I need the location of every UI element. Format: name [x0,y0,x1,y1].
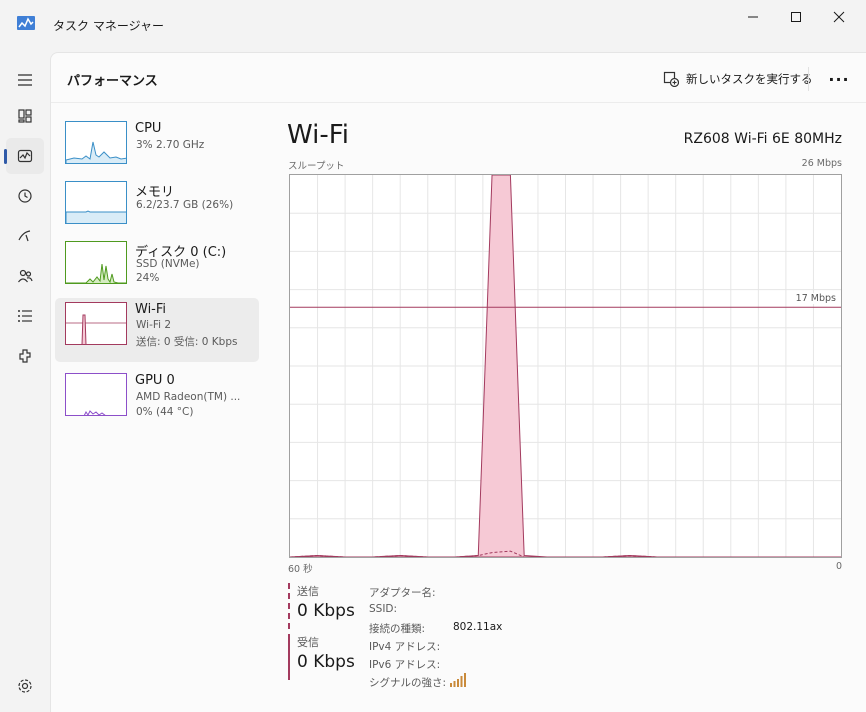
menu-toggle-button[interactable] [6,62,44,98]
device-gpu[interactable]: GPU 0 AMD Radeon(TM) ... 0% (44 °C) [55,369,259,433]
navigation-rail [0,52,50,712]
nav-startup-apps[interactable] [6,218,44,254]
y-axis-label: スループット [288,161,345,172]
users-icon [18,269,33,283]
detail-title: Wi-Fi [287,120,350,150]
nav-performance[interactable] [4,138,44,174]
y-axis-max-label: 26 Mbps [801,158,842,169]
maximize-icon [791,12,801,22]
send-stat: 送信 0 Kbps [288,583,378,629]
more-icon: ··· [828,69,850,89]
ipv6-label: IPv6 アドレス: [369,659,441,671]
device-wifi[interactable]: Wi-Fi Wi-Fi 2 送信: 0 受信: 0 Kbps [55,298,259,362]
nav-users[interactable] [6,258,44,294]
adapter-name: RZ608 Wi-Fi 6E 80MHz [683,131,842,147]
send-value: 0 Kbps [297,601,355,621]
adapter-name-label: アダプター名: [369,587,436,599]
close-button[interactable] [816,2,862,32]
receive-value: 0 Kbps [297,652,355,672]
task-manager-icon [17,16,35,30]
throughput-chart [289,174,842,558]
startup-icon [18,230,31,242]
cpu-sparkline [66,141,126,163]
hamburger-icon [18,74,32,86]
device-detail: AMD Radeon(TM) ... [136,391,241,403]
performance-icon [17,149,33,163]
device-usage: 24% [136,272,160,284]
device-name: CPU [135,121,162,136]
ipv4-label: IPv4 アドレス: [369,641,441,653]
device-detail: SSD (NVMe) [136,258,200,270]
maximize-button[interactable] [773,2,819,32]
nav-details[interactable] [6,298,44,334]
details-icon [18,310,32,322]
close-icon [833,11,845,23]
send-label: 送信 [297,585,319,598]
gpu-sparkline [83,410,106,415]
new-task-icon [663,71,679,87]
disk-thumbnail [65,241,127,284]
connection-type-value: 802.11ax [453,621,503,633]
settings-icon [18,679,32,693]
run-new-task-label: 新しいタスクを実行する [686,72,813,86]
minimize-button[interactable] [730,2,776,32]
title-bar: タスク マネージャー [0,0,866,52]
receive-stat: 受信 0 Kbps [288,634,378,680]
gpu-thumbnail [65,373,127,416]
device-detail: Wi-Fi 2 [136,319,172,331]
device-usage: 送信: 0 受信: 0 Kbps [136,336,238,348]
throughput-chart-svg [289,174,841,558]
run-new-task-button[interactable]: 新しいタスクを実行する [663,67,813,91]
nav-settings[interactable] [6,668,44,704]
nav-processes[interactable] [6,98,44,134]
device-detail: 3% 2.70 GHz [136,139,205,151]
receive-label: 受信 [297,636,319,649]
ssid-label: SSID: [369,603,398,615]
device-usage: 0% (44 °C) [136,406,194,418]
services-icon [19,349,31,363]
processes-icon [18,109,32,123]
nav-services[interactable] [6,338,44,374]
memory-thumbnail [65,181,127,224]
connection-type-label: 接続の種類: [369,623,426,635]
main-panel: パフォーマンス 新しいタスクを実行する ··· CPU 3% 2.70 GHz … [50,52,866,712]
page-header: パフォーマンス 新しいタスクを実行する ··· [51,53,866,103]
more-options-button[interactable]: ··· [827,67,851,91]
page-title: パフォーマンス [67,74,158,89]
device-name: メモリ [135,185,175,200]
history-icon [18,189,32,203]
wifi-thumbnail [65,302,127,345]
window-title: タスク マネージャー [53,19,164,33]
cpu-thumbnail [65,121,127,164]
device-cpu[interactable]: CPU 3% 2.70 GHz [55,117,259,181]
x-axis-end-label: 0 [835,561,842,572]
nav-app-history[interactable] [6,178,44,214]
signal-bars-icon [450,673,466,687]
signal-strength-label: シグナルの強さ: [369,677,447,689]
device-detail: 6.2/23.7 GB (26%) [136,199,234,211]
disk-sparkline [66,263,126,283]
device-name: Wi-Fi [135,302,167,317]
device-name: GPU 0 [135,373,175,388]
wifi-sparkline [66,314,126,344]
device-disk[interactable]: ディスク 0 (C:) SSD (NVMe) 24% [55,237,259,301]
x-axis-start-label: 60 秒 [288,564,313,575]
marker-value-label: 17 Mbps [793,293,838,304]
active-indicator [4,149,7,164]
header-divider [808,67,809,91]
memory-sparkline [66,210,126,223]
device-memory[interactable]: メモリ 6.2/23.7 GB (26%) [55,177,259,241]
minimize-icon [748,16,758,18]
